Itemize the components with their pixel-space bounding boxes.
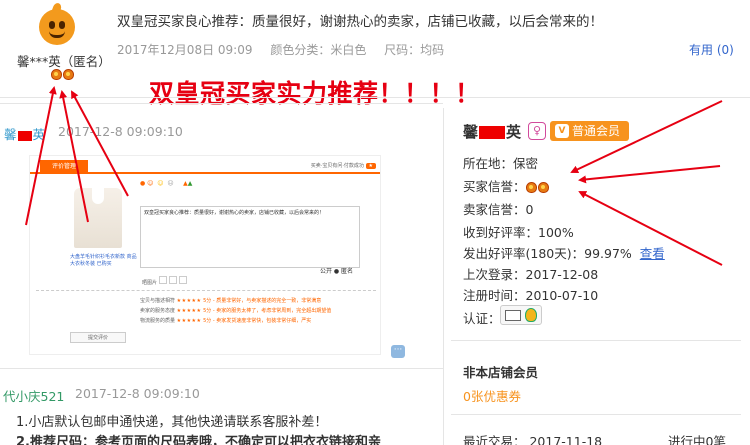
non-member-label: 非本店铺会员 xyxy=(463,365,539,380)
embedded-rating-row: 宝贝与描述相符 ★★★★★ 5分 - 质量非常好，与卖家描述的完全一致，非常满意 xyxy=(140,298,322,304)
embedded-rating-row: 物流服务的质量 ★★★★★ 5分 - 卖家发货速度非常快，包装非常仔细，严实 xyxy=(140,318,312,324)
buyer-credit: 买家信誉： xyxy=(463,176,549,195)
product-image xyxy=(74,188,122,248)
embedded-screenshot: 评价管理 买卖·宝贝有问·付款成功 ★ 大盘羊毛针织衫毛衣新款 商品大衣秋冬装 … xyxy=(29,155,381,355)
ongoing-trades: 进行中0笔 xyxy=(668,434,726,445)
embedded-submit-button: 提交评价 xyxy=(70,332,126,343)
embedded-rating-icons: ● ☺ ☺ ☹ ▲▲ xyxy=(140,180,193,187)
crown-icon xyxy=(525,179,549,194)
divider xyxy=(451,340,741,341)
reviewer1-name[interactable]: 馨英 xyxy=(4,124,45,143)
coupon-count[interactable]: 0张优惠券 xyxy=(463,386,521,405)
female-icon: ♀ xyxy=(528,122,546,140)
auth-badge-icon[interactable] xyxy=(500,305,542,325)
register-time: 注册时间：2010-07-10 xyxy=(463,288,599,303)
vip-icon: V xyxy=(555,124,569,138)
headline-annotation: 双皇冠买家实力推荐！！！！ xyxy=(149,79,481,108)
sent-rate: 发出好评率(180天)：99.97% 查看 xyxy=(463,246,665,261)
embedded-product-title: 大盘羊毛针织衫毛衣新款 商品大衣秋冬装 已购买 xyxy=(70,254,137,267)
crown-icon xyxy=(51,67,74,81)
reply-line-2: 2.推荐尺码：参考页面的尺码表哦，不确定可以把衣衣链接和亲 xyxy=(16,435,381,445)
location: 所在地：保密 xyxy=(463,156,539,171)
review-size: 尺码：均码 xyxy=(384,43,445,57)
divider xyxy=(0,103,443,104)
last-trade: 最近交易： 2017-11-18 xyxy=(463,434,603,445)
reviewer2-name[interactable]: 代小庆521 xyxy=(3,386,64,405)
seller-credit: 卖家信誉：0 xyxy=(463,202,534,217)
redaction-mark xyxy=(479,126,506,139)
embedded-anon: 公开 ● 匿名 xyxy=(320,268,354,275)
view-link[interactable]: 查看 xyxy=(640,246,665,261)
user-name: 馨英 xyxy=(463,123,522,141)
reply-line-1: 1.小店默认包邮申通快递，其他快递请联系客服补差！ xyxy=(16,415,328,430)
embedded-ratings: 宝贝与描述相符 ★★★★★ 5分 - 质量非常好，与卖家描述的完全一致，非常满意… xyxy=(140,296,331,326)
review-date: 2017年12月08日 09:09 xyxy=(117,43,253,57)
redaction-mark xyxy=(17,130,32,141)
embedded-tab: 评价管理 xyxy=(40,160,88,174)
divider xyxy=(0,97,750,98)
embedded-photo-row: 晒图片 xyxy=(142,276,188,286)
review-color: 颜色分类：米白色 xyxy=(270,43,367,57)
last-login: 上次登录：2017-12-08 xyxy=(463,267,599,282)
panel-divider xyxy=(443,108,444,445)
received-rate: 收到好评率：100% xyxy=(463,225,574,240)
avatar[interactable] xyxy=(39,1,75,45)
reviewer1-date: 2017-12-8 09:09:10 xyxy=(58,124,183,139)
reviewer2-date: 2017-12-8 09:09:10 xyxy=(75,386,200,401)
review-meta: 2017年12月08日 09:09 颜色分类：米白色 尺码：均码 xyxy=(117,41,458,58)
embedded-divider xyxy=(36,290,376,291)
embedded-tabbar: 评价管理 买卖·宝贝有问·付款成功 ★ xyxy=(30,160,380,174)
auth-label: 认证： xyxy=(463,311,501,326)
more-icon[interactable]: ··· xyxy=(391,345,405,358)
arrow xyxy=(578,165,721,184)
review-text: 双皇冠买家良心推荐：质量很好，谢谢热心的卖家，店铺已收藏，以后会常来的！ xyxy=(117,14,603,30)
divider xyxy=(451,414,741,415)
embedded-rating-row: 卖家的服务态度 ★★★★★ 5分 - 卖家的服务太棒了，考虑非常周到，完全超出期… xyxy=(140,308,332,314)
member-badge[interactable]: V 普通会员 xyxy=(550,121,629,141)
embedded-right-text: 买卖·宝贝有问·付款成功 ★ xyxy=(311,162,376,169)
embedded-comment: 双皇冠买家良心推荐：质量很好，谢谢热心的卖家，店铺已收藏，以后会常来的！ xyxy=(140,206,360,268)
useful-button[interactable]: 有用 (0) xyxy=(689,41,734,58)
divider xyxy=(0,368,443,369)
